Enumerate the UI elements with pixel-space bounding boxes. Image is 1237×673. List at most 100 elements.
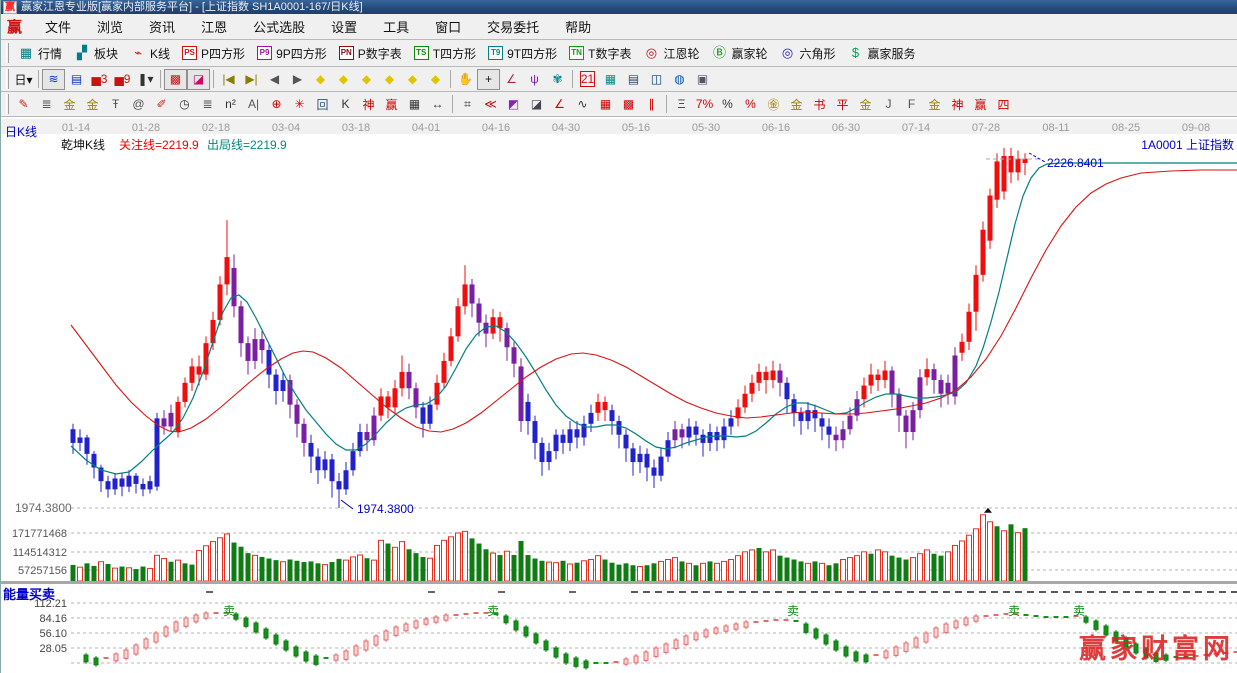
next-bar-button[interactable]: ▶ [286, 69, 309, 90]
crosshair-button[interactable]: + [477, 69, 500, 90]
time-cycle-tool[interactable]: ◷ [173, 94, 196, 115]
diamond-left-button[interactable]: ◆ [309, 69, 332, 90]
diamond-reset-button[interactable]: ◆ [424, 69, 447, 90]
diamond-vexpand-button[interactable]: ◆ [401, 69, 424, 90]
zigzag-tool[interactable]: ∿ [571, 94, 594, 115]
star-ray-tool[interactable]: ✳ [288, 94, 311, 115]
9t-square-button[interactable]: T99T四方形 [482, 42, 563, 65]
notes-button[interactable]: ▤ [622, 69, 645, 90]
flat-box-tool[interactable]: 平 [831, 94, 854, 115]
cycle-mark-button[interactable]: ψ [523, 69, 546, 90]
pattern-view-button[interactable]: ≋ [42, 69, 65, 90]
menu-news[interactable]: 资讯 [136, 17, 188, 38]
gold-grid-a-tool[interactable]: 金 [58, 94, 81, 115]
angle-line-tool[interactable]: ∠ [548, 94, 571, 115]
n-square-tool[interactable]: n² [219, 94, 242, 115]
volume-profile-button[interactable]: ◪ [187, 69, 210, 90]
f-grid-tool[interactable]: Ŧ [104, 94, 127, 115]
k-mark-tool[interactable]: K [334, 94, 357, 115]
red-grid-b-tool[interactable]: ▩ [617, 94, 640, 115]
si-slash-tool[interactable]: 四 [992, 94, 1015, 115]
menu-file[interactable]: 文件 [32, 17, 84, 38]
gold-grid-b-tool[interactable]: 金 [81, 94, 104, 115]
time-grid-tool[interactable]: ≣ [196, 94, 219, 115]
gann-box-tool[interactable]: ⌗ [456, 94, 479, 115]
shen-slash-tool[interactable]: 神 [946, 94, 969, 115]
period-day-dropdown[interactable]: 日▾ [12, 69, 35, 90]
hexagon-button[interactable]: ◎六角形 [774, 42, 842, 65]
fan-shaded-dark-tool[interactable]: ◪ [525, 94, 548, 115]
grid-123-tool[interactable]: ▦ [403, 94, 426, 115]
bar-width-tool[interactable]: ↔ [426, 94, 449, 115]
gann-region-button[interactable]: ▩ [164, 69, 187, 90]
price-grid-tool[interactable]: ≣ [35, 94, 58, 115]
kline-button[interactable]: ⌁K线 [124, 42, 176, 65]
menu-trade[interactable]: 交易委托 [474, 17, 552, 38]
circle-cross-tool[interactable]: ⊕ [265, 94, 288, 115]
9p-square-button[interactable]: P99P四方形 [251, 42, 333, 65]
save-button[interactable]: ◫ [645, 69, 668, 90]
bars-3-button[interactable]: ▅3 [88, 69, 111, 90]
quotes-button-label: 行情 [38, 45, 62, 62]
calculator-button[interactable]: ▦ [599, 69, 622, 90]
menu-tools[interactable]: 工具 [370, 17, 422, 38]
diamond-hexpand-button[interactable]: ◆ [355, 69, 378, 90]
bars-9-button[interactable]: ▅9 [111, 69, 134, 90]
fan-lines-red-tool[interactable]: ≪ [479, 94, 502, 115]
brush-write-tool[interactable]: 书 [808, 94, 831, 115]
a-channel-tool[interactable]: A| [242, 94, 265, 115]
gann-wheel-button[interactable]: ◎江恩轮 [637, 42, 705, 65]
fan-shaded-purple-tool[interactable]: ◩ [502, 94, 525, 115]
menu-gann[interactable]: 江恩 [188, 17, 240, 38]
export-pc-button[interactable]: ▣ [691, 69, 714, 90]
spiral-tool[interactable]: @ [127, 94, 150, 115]
shen-grid-tool[interactable]: 神 [357, 94, 380, 115]
parallel-lines-tool[interactable]: ∥ [640, 94, 663, 115]
winner-service-button[interactable]: $赢家服务 [842, 42, 922, 65]
ying-grid-tool[interactable]: 赢 [380, 94, 403, 115]
prev-bar-button[interactable]: ◀ [263, 69, 286, 90]
info-view-button[interactable]: ▤ [65, 69, 88, 90]
p-number-table-button[interactable]: PNP数字表 [333, 42, 408, 65]
candle-style-dropdown[interactable]: ❚▾ [134, 69, 157, 90]
first-screen-button[interactable]: |◀ [217, 69, 240, 90]
calendar-button[interactable]: 21 [576, 69, 599, 90]
gold-lines-tool[interactable]: 金 [785, 94, 808, 115]
menu-window[interactable]: 窗口 [422, 17, 474, 38]
quotes-button[interactable]: ▦行情 [12, 42, 68, 65]
t-square-button[interactable]: TST四方形 [408, 42, 482, 65]
percent-tool[interactable]: % [716, 94, 739, 115]
menu-browse[interactable]: 浏览 [84, 17, 136, 38]
p-square-button[interactable]: PSP四方形 [176, 42, 251, 65]
gold-slash-a-tool[interactable]: 金 [854, 94, 877, 115]
menu-help[interactable]: 帮助 [552, 17, 604, 38]
percent-7-tool[interactable]: 7% [693, 94, 716, 115]
f-slash-tool[interactable]: F [900, 94, 923, 115]
t-number-table-button[interactable]: TNT数字表 [563, 42, 637, 65]
diamond-right-button[interactable]: ◆ [332, 69, 355, 90]
parallel-lines-icon: ∥ [649, 97, 655, 111]
red-pen-tool[interactable]: ✐ [150, 94, 173, 115]
export-web-button[interactable]: ◍ [668, 69, 691, 90]
ying-slash-tool[interactable]: 赢 [969, 94, 992, 115]
kline-chart-canvas[interactable]: 01-1401-2802-1803-0403-1804-0104-1604-30… [1, 119, 1237, 673]
gann-pen-tool[interactable]: ✎ [12, 94, 35, 115]
menu-settings[interactable]: 设置 [318, 17, 370, 38]
red-grid-a-tool[interactable]: ▦ [594, 94, 617, 115]
square-spiral-tool[interactable]: 回 [311, 94, 334, 115]
ying-slash-icon: 赢 [974, 96, 986, 113]
sectors-button[interactable]: ▞板块 [68, 42, 124, 65]
9p-square-button-label: 9P四方形 [276, 45, 327, 62]
gold-slash-b-tool[interactable]: 金 [923, 94, 946, 115]
diamond-hshrink-button[interactable]: ◆ [378, 69, 401, 90]
scale-bars-tool[interactable]: Ξ [670, 94, 693, 115]
j-slash-tool[interactable]: J [877, 94, 900, 115]
percent-lines-tool[interactable]: % [739, 94, 762, 115]
winner-wheel-button[interactable]: Ⓑ赢家轮 [705, 42, 773, 65]
hand-tool-button[interactable]: ✋ [454, 69, 477, 90]
last-screen-button[interactable]: ▶| [240, 69, 263, 90]
menu-formula-picker[interactable]: 公式选股 [240, 17, 318, 38]
trendline-button[interactable]: ∠ [500, 69, 523, 90]
gold-circle-tool[interactable]: ㊎ [762, 94, 785, 115]
brain-tool-button[interactable]: ✾ [546, 69, 569, 90]
